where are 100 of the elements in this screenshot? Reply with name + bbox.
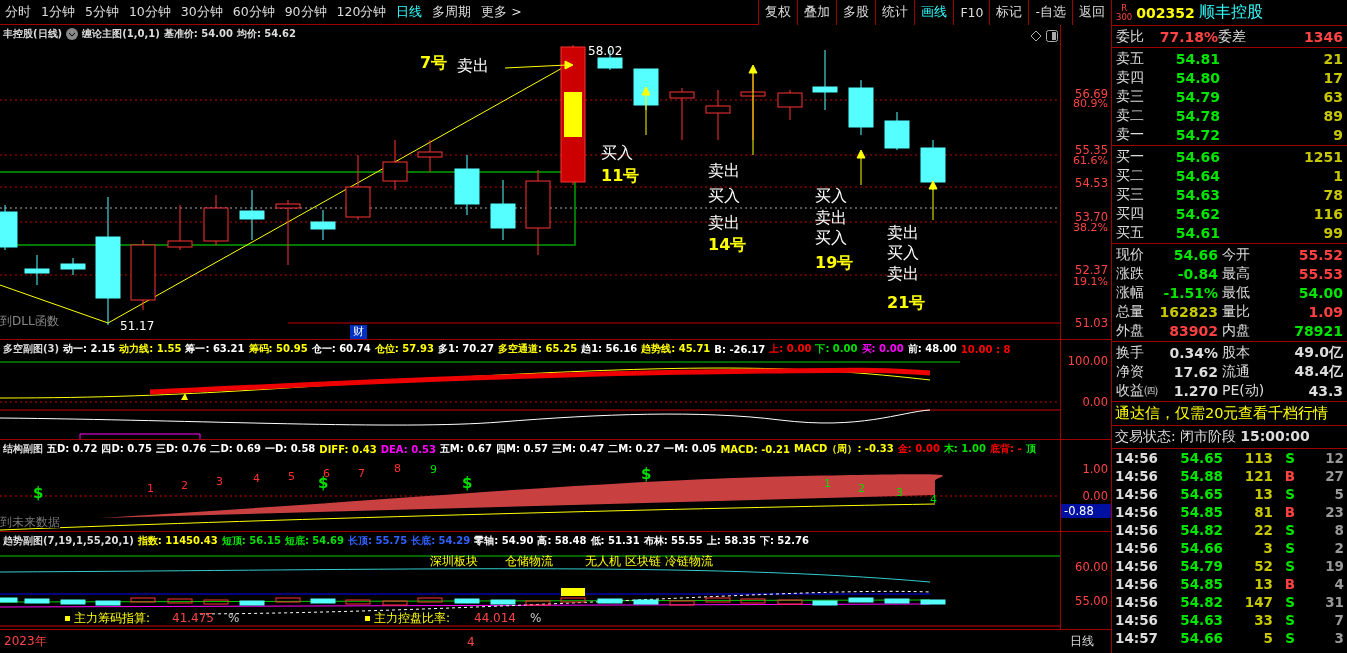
- candlestick: [203, 194, 229, 246]
- field-value: 1.270: [1172, 382, 1218, 399]
- candlestick: [0, 204, 18, 251]
- indicator-value: 高: 58.48: [537, 534, 587, 548]
- tick-volume: 22: [1253, 522, 1273, 538]
- indicator-value: 二M: 0.27: [608, 442, 661, 456]
- promo-link[interactable]: 通达信，仅需20元查看千档行情: [1112, 402, 1347, 426]
- indicator-value: MACD: -0.21: [720, 443, 791, 455]
- indicator-value: 前: 48.00: [907, 342, 957, 356]
- period-tab[interactable]: 10分钟: [123, 3, 176, 21]
- level-volume: 21: [1322, 50, 1343, 67]
- tick-count: 27: [1324, 468, 1344, 484]
- toolbar-button[interactable]: 返回: [1072, 0, 1111, 25]
- period-tab[interactable]: 30分钟: [175, 3, 228, 21]
- candlestick: [848, 79, 874, 136]
- period-tab[interactable]: 5分钟: [79, 3, 124, 21]
- level-volume: 89: [1322, 107, 1343, 124]
- toolbar-button[interactable]: -自选: [1028, 0, 1072, 25]
- axis-label: 55.35: [1075, 143, 1108, 157]
- indicator-value: DEA: 0.53: [380, 443, 436, 455]
- field-label: PE(动): [1221, 381, 1266, 400]
- period-tab[interactable]: 120分钟: [331, 3, 392, 21]
- base-price: 基准价: 54.00: [163, 27, 233, 41]
- panel-title: 结构副图: [3, 442, 43, 456]
- candlestick: [705, 89, 731, 141]
- signal-marker: 9: [430, 464, 437, 475]
- axis-label: 100.00: [1067, 354, 1108, 368]
- period-tab[interactable]: 更多 >: [476, 3, 527, 21]
- period-tab[interactable]: 1分钟: [36, 3, 80, 21]
- axis-label: 51.03: [1075, 316, 1108, 330]
- period-tab[interactable]: 90分钟: [279, 3, 332, 21]
- panel-toggle-icon[interactable]: [1046, 30, 1058, 42]
- candlestick: [884, 111, 910, 151]
- indicator-value: 零轴: 54.90: [474, 534, 534, 548]
- indicator-value: MACD（周）: -0.33: [794, 442, 894, 456]
- tick-price: 54.63: [1179, 612, 1223, 628]
- signal-marker: 3: [896, 487, 903, 498]
- axis-label: 1.00: [1082, 462, 1108, 476]
- sector-label: 仓储物流: [505, 555, 553, 567]
- field-value: -1.51%: [1162, 284, 1218, 301]
- field-value: 77.18%: [1158, 28, 1218, 45]
- period-tab[interactable]: 日线: [391, 3, 428, 21]
- toolbar-button[interactable]: 统计: [875, 0, 915, 25]
- tick-time: 14:56: [1115, 576, 1159, 592]
- indicator-value: 买: 0.00: [861, 342, 904, 356]
- toolbar-button[interactable]: 复权: [758, 0, 798, 25]
- indicator-value: 多空通道: 65.25: [498, 342, 578, 356]
- candlestick: [0, 597, 18, 603]
- field-value: 78921: [1293, 322, 1343, 339]
- tick-price: 54.85: [1179, 576, 1223, 592]
- candlestick: [740, 598, 766, 604]
- signal-label: 卖出: [708, 215, 740, 231]
- period-label[interactable]: 日线: [1060, 633, 1094, 650]
- toolbar-button[interactable]: 标记: [989, 0, 1029, 25]
- tick-price: 54.66: [1179, 630, 1223, 646]
- indicator-value: 短顶: 56.15: [221, 534, 281, 548]
- stat-label: 主力控盘比率:: [374, 612, 451, 624]
- panel-title: 趋势副图(7,19,1,55,20,1): [3, 534, 134, 548]
- signal-marker: $: [33, 486, 44, 501]
- candlestick: [777, 89, 803, 121]
- axis-label: 60.00: [1075, 560, 1108, 574]
- candlestick: [130, 597, 156, 603]
- field-label: 委比: [1116, 27, 1145, 46]
- field-label: 涨幅: [1116, 283, 1145, 302]
- level-volume: 78: [1322, 186, 1343, 203]
- tick-price: 54.79: [1179, 558, 1223, 574]
- indicator-value: 趋1: 56.16: [581, 342, 638, 356]
- signal-marker: 2: [858, 483, 865, 494]
- toolbar-button[interactable]: 多股: [836, 0, 876, 25]
- candlestick: [884, 598, 910, 604]
- tick-count: 12: [1324, 450, 1344, 466]
- level-price: 54.78: [1174, 107, 1220, 124]
- signal-marker: 2: [181, 480, 188, 491]
- signal-label: 卖出: [708, 163, 740, 179]
- toolbar-button[interactable]: 叠加: [797, 0, 837, 25]
- tick-volume: 121: [1243, 468, 1273, 484]
- indicator-value: 上: 58.35: [706, 534, 756, 548]
- toolbar-button[interactable]: F10: [953, 0, 990, 25]
- candlestick: [239, 189, 265, 241]
- candlestick: [275, 199, 301, 266]
- field-label: 委差: [1218, 27, 1247, 46]
- tick-side: S: [1284, 522, 1295, 538]
- tick-side: S: [1284, 630, 1295, 646]
- field-label: 流通: [1221, 362, 1251, 381]
- period-tab[interactable]: 60分钟: [227, 3, 280, 21]
- indicator-value: 长底: 54.29: [411, 534, 471, 548]
- toolbar-button[interactable]: 画线: [914, 0, 954, 25]
- signal-label: 卖出: [887, 225, 919, 241]
- signal-number: 19号: [815, 255, 854, 271]
- period-tab[interactable]: 多周期: [427, 3, 477, 21]
- period-tab[interactable]: 分时: [0, 3, 36, 21]
- candlestick: [167, 598, 193, 604]
- current-value: -0.88: [1061, 504, 1111, 518]
- tick-price: 54.66: [1179, 540, 1223, 556]
- signal-label: 买入: [601, 145, 633, 161]
- candlestick: [310, 209, 336, 241]
- signal-number: 14号: [708, 237, 747, 253]
- indicator-value: 筹码: 50.95: [248, 342, 308, 356]
- sector-label: 深圳板块: [430, 555, 478, 567]
- indicator-value: 四M: 0.57: [495, 442, 549, 456]
